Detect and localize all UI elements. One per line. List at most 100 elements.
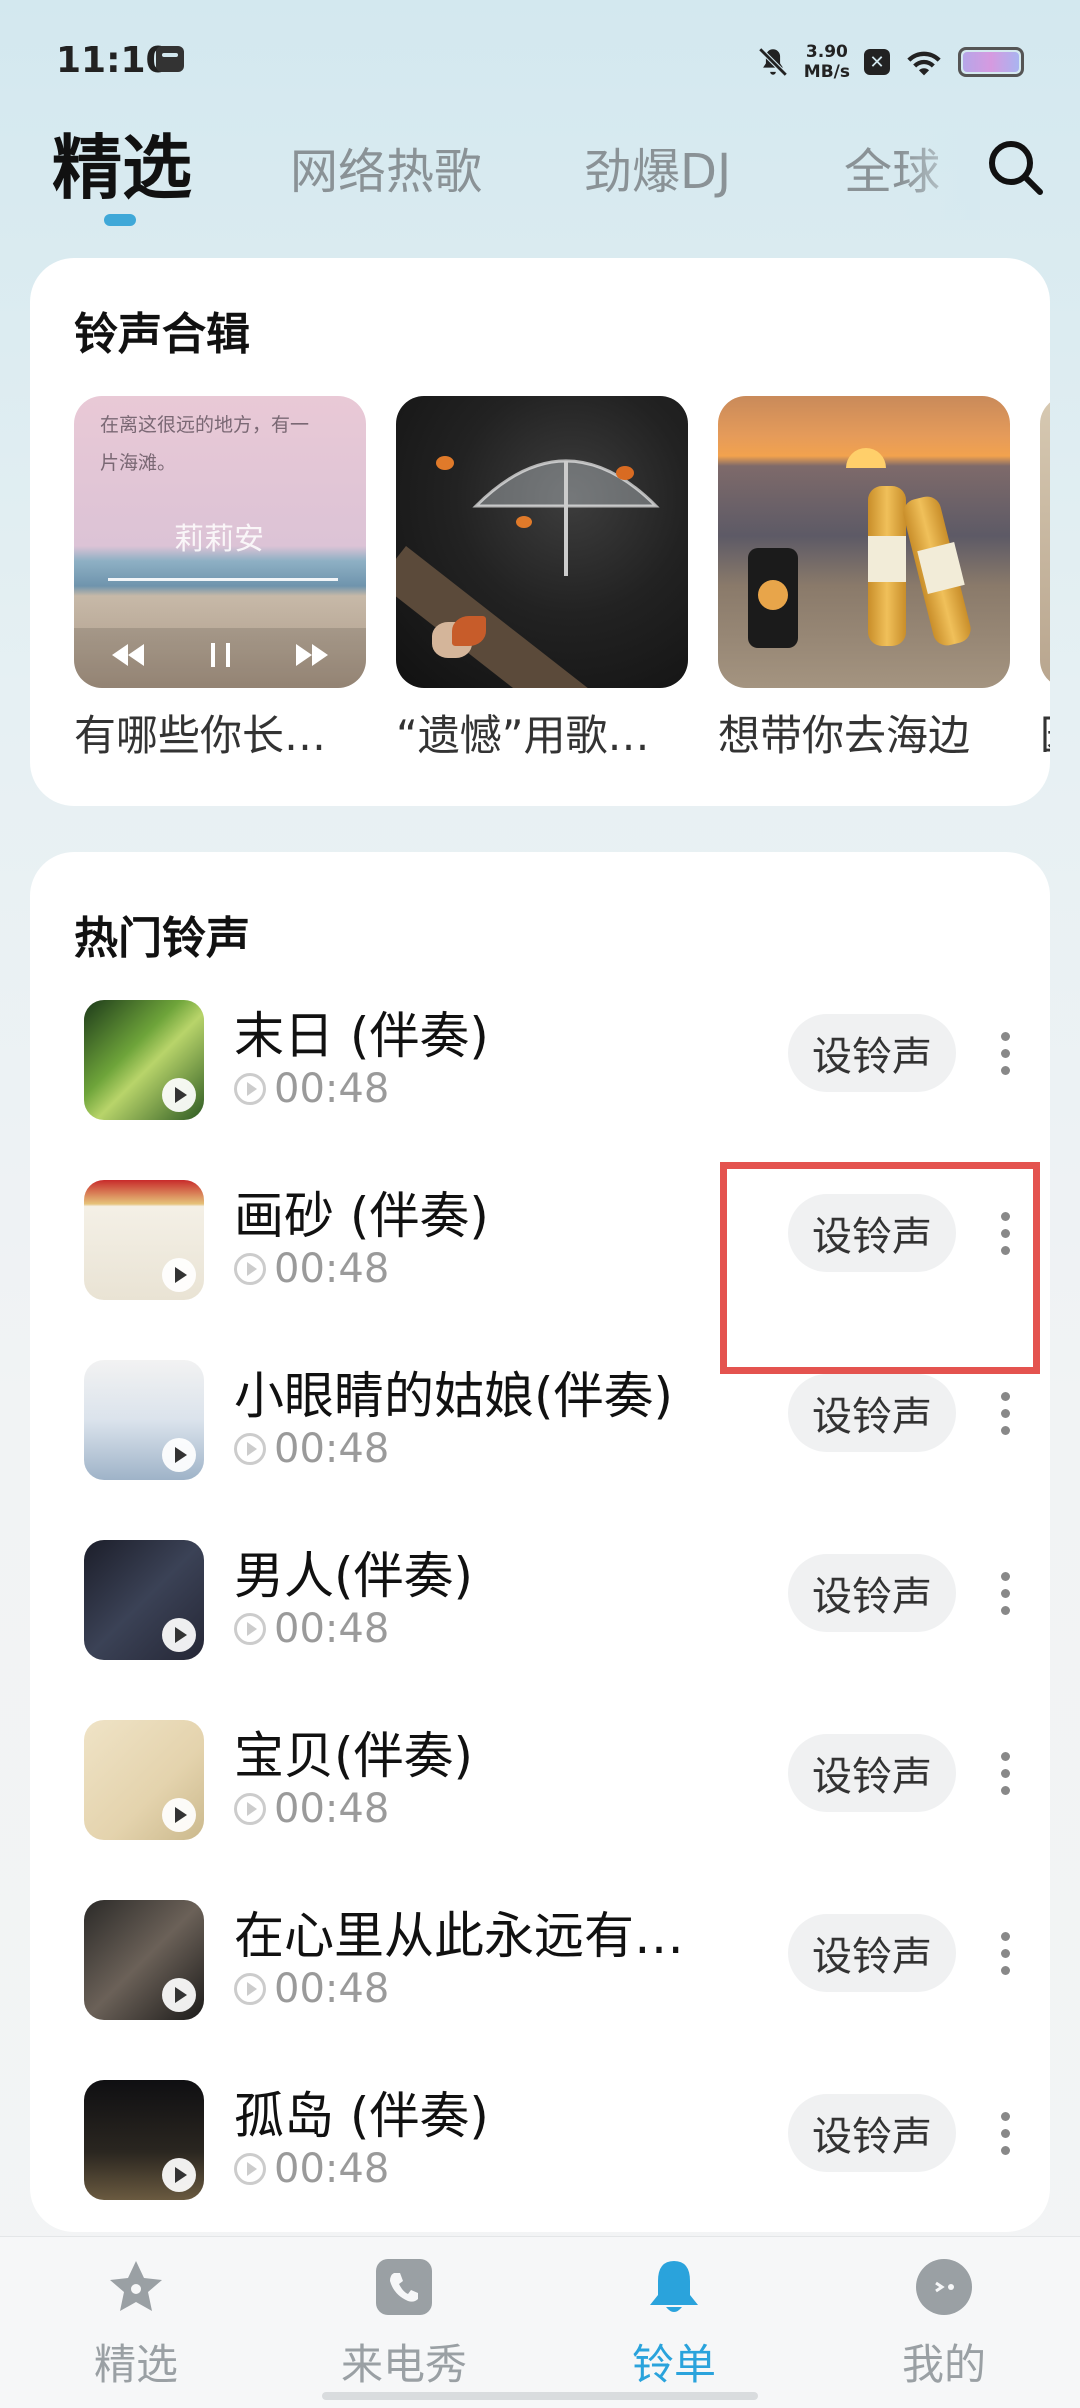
song-name: 孤岛 (伴奏): [234, 2087, 489, 2145]
mute-icon: [758, 47, 788, 77]
bottom-nav: 精选 来电秀 铃单 我的: [0, 2236, 1080, 2408]
collection-title: 有哪些你长…: [74, 711, 327, 760]
close-box-icon: ✕: [864, 49, 890, 75]
set-ringtone-button[interactable]: 设铃声: [788, 1914, 956, 1992]
song-name: 宝贝(伴奏): [234, 1727, 474, 1785]
set-ringtone-button[interactable]: 设铃声: [788, 1014, 956, 1092]
hot-title: 热门铃声: [74, 913, 250, 964]
more-options-icon[interactable]: [990, 1374, 1020, 1452]
play-icon[interactable]: [162, 1438, 196, 1472]
song-name: 男人(伴奏): [234, 1547, 474, 1605]
message-icon: [156, 46, 184, 72]
wifi-icon: [907, 51, 941, 76]
song-cover[interactable]: [84, 1180, 204, 1300]
song-duration: 00:48: [274, 1966, 390, 2012]
set-ringtone-button[interactable]: 设铃声: [788, 1734, 956, 1812]
song-duration: 00:48: [274, 1066, 390, 1112]
set-ringtone-button[interactable]: 设铃声: [788, 1374, 956, 1452]
play-icon[interactable]: [162, 1258, 196, 1292]
more-options-icon[interactable]: [990, 1734, 1020, 1812]
more-options-icon[interactable]: [990, 1554, 1020, 1632]
preview-play-icon: [234, 2153, 266, 2185]
song-meta: 00:48: [234, 1426, 389, 1472]
highlight-box: [720, 1162, 1040, 1374]
song-cover[interactable]: [84, 1720, 204, 1840]
collection-item[interactable]: “遗憾”用歌…: [396, 396, 688, 763]
song-row[interactable]: 在心里从此永远有… 00:48 设铃声: [30, 1888, 1050, 2068]
song-duration: 00:48: [274, 1786, 390, 1832]
tab-indicator: [104, 214, 136, 226]
tab-network-hits[interactable]: 网络热歌: [290, 132, 482, 202]
play-icon[interactable]: [162, 1978, 196, 2012]
bell-icon: [650, 2261, 698, 2312]
tab-dj[interactable]: 劲爆DJ: [584, 132, 731, 202]
collection-cover: [718, 396, 1010, 688]
song-duration: 00:48: [274, 2146, 390, 2192]
umbrella-image: [472, 459, 660, 576]
set-ringtone-button[interactable]: 设铃声: [788, 2094, 956, 2172]
collections-card: 铃声合辑 在离这很远的地方，有一片海滩。 莉莉安 有哪些你长… “遗憾”用歌… …: [30, 258, 1050, 806]
more-options-icon[interactable]: [990, 1014, 1020, 1092]
set-ringtone-button[interactable]: 设铃声: [788, 1554, 956, 1632]
song-cover[interactable]: [84, 1540, 204, 1660]
song-row[interactable]: 小眼睛的姑娘(伴奏) 00:48 设铃声: [30, 1348, 1050, 1528]
song-meta: 00:48: [234, 1066, 389, 1112]
song-cover[interactable]: [84, 2080, 204, 2200]
status-bar: 11:10 3.90 MB/s ✕: [0, 0, 1080, 120]
cover-text: 在离这很远的地方，有一片海滩。: [100, 414, 310, 474]
play-icon[interactable]: [162, 1078, 196, 1112]
nav-caller-show[interactable]: 来电秀: [304, 2257, 504, 2392]
song-name: 末日 (伴奏): [234, 1007, 489, 1065]
status-icons: 3.90 MB/s ✕: [756, 38, 1024, 86]
song-meta: 00:48: [234, 1966, 389, 2012]
song-duration: 00:48: [274, 1606, 390, 1652]
rewind-icon: [112, 644, 144, 666]
song-row[interactable]: 男人(伴奏) 00:48 设铃声: [30, 1528, 1050, 1708]
pause-icon: [211, 643, 230, 667]
preview-play-icon: [234, 1613, 266, 1645]
collection-item[interactable]: 想带你去海边: [718, 396, 1010, 763]
battery-icon: [958, 47, 1024, 77]
song-meta: 00:48: [234, 1786, 389, 1832]
tab-fade: [900, 130, 980, 220]
collection-title: 想带你去海边: [718, 711, 971, 760]
play-icon[interactable]: [162, 1798, 196, 1832]
song-name: 画砂 (伴奏): [234, 1187, 489, 1245]
nav-mine[interactable]: 我的: [844, 2257, 1044, 2392]
play-icon[interactable]: [162, 1618, 196, 1652]
song-name: 小眼睛的姑娘(伴奏): [234, 1367, 674, 1425]
song-cover[interactable]: [84, 1900, 204, 2020]
more-options-icon[interactable]: [990, 1914, 1020, 1992]
collection-title-partial: 园: [1040, 702, 1050, 752]
song-name: 在心里从此永远有…: [234, 1907, 684, 1965]
song-row[interactable]: 孤岛 (伴奏) 00:48 设铃声: [30, 2068, 1050, 2232]
search-icon[interactable]: [984, 136, 1048, 200]
more-options-icon[interactable]: [990, 2094, 1020, 2172]
cover-caption: 莉莉安: [174, 522, 264, 557]
song-cover[interactable]: [84, 1000, 204, 1120]
collection-title: “遗憾”用歌…: [396, 711, 650, 760]
collections-title: 铃声合辑: [74, 309, 250, 360]
collection-item-partial[interactable]: [1040, 396, 1050, 688]
nav-label: 我的: [901, 2340, 986, 2389]
nav-ringtone-list[interactable]: 铃单: [574, 2257, 774, 2392]
play-icon[interactable]: [162, 2158, 196, 2192]
song-duration: 00:48: [274, 1246, 390, 1292]
song-cover[interactable]: [84, 1360, 204, 1480]
song-row[interactable]: 宝贝(伴奏) 00:48 设铃声: [30, 1708, 1050, 1888]
nav-label: 铃单: [631, 2340, 716, 2389]
tab-featured[interactable]: 精选: [52, 112, 192, 213]
network-speed: 3.90 MB/s: [803, 42, 850, 82]
profile-face-icon: [916, 2259, 972, 2315]
nav-label: 精选: [93, 2340, 178, 2389]
song-meta: 00:48: [234, 1246, 389, 1292]
nav-featured[interactable]: 精选: [36, 2257, 236, 2392]
collection-item[interactable]: 在离这很远的地方，有一片海滩。 莉莉安 有哪些你长…: [74, 396, 366, 763]
collection-cover: 在离这很远的地方，有一片海滩。 莉莉安: [74, 396, 366, 688]
nav-label: 来电秀: [340, 2340, 467, 2389]
song-meta: 00:48: [234, 1606, 389, 1652]
star-icon: [110, 2261, 162, 2311]
song-row[interactable]: 末日 (伴奏) 00:48 设铃声: [30, 988, 1050, 1168]
song-duration: 00:48: [274, 1426, 390, 1472]
preview-play-icon: [234, 1973, 266, 2005]
